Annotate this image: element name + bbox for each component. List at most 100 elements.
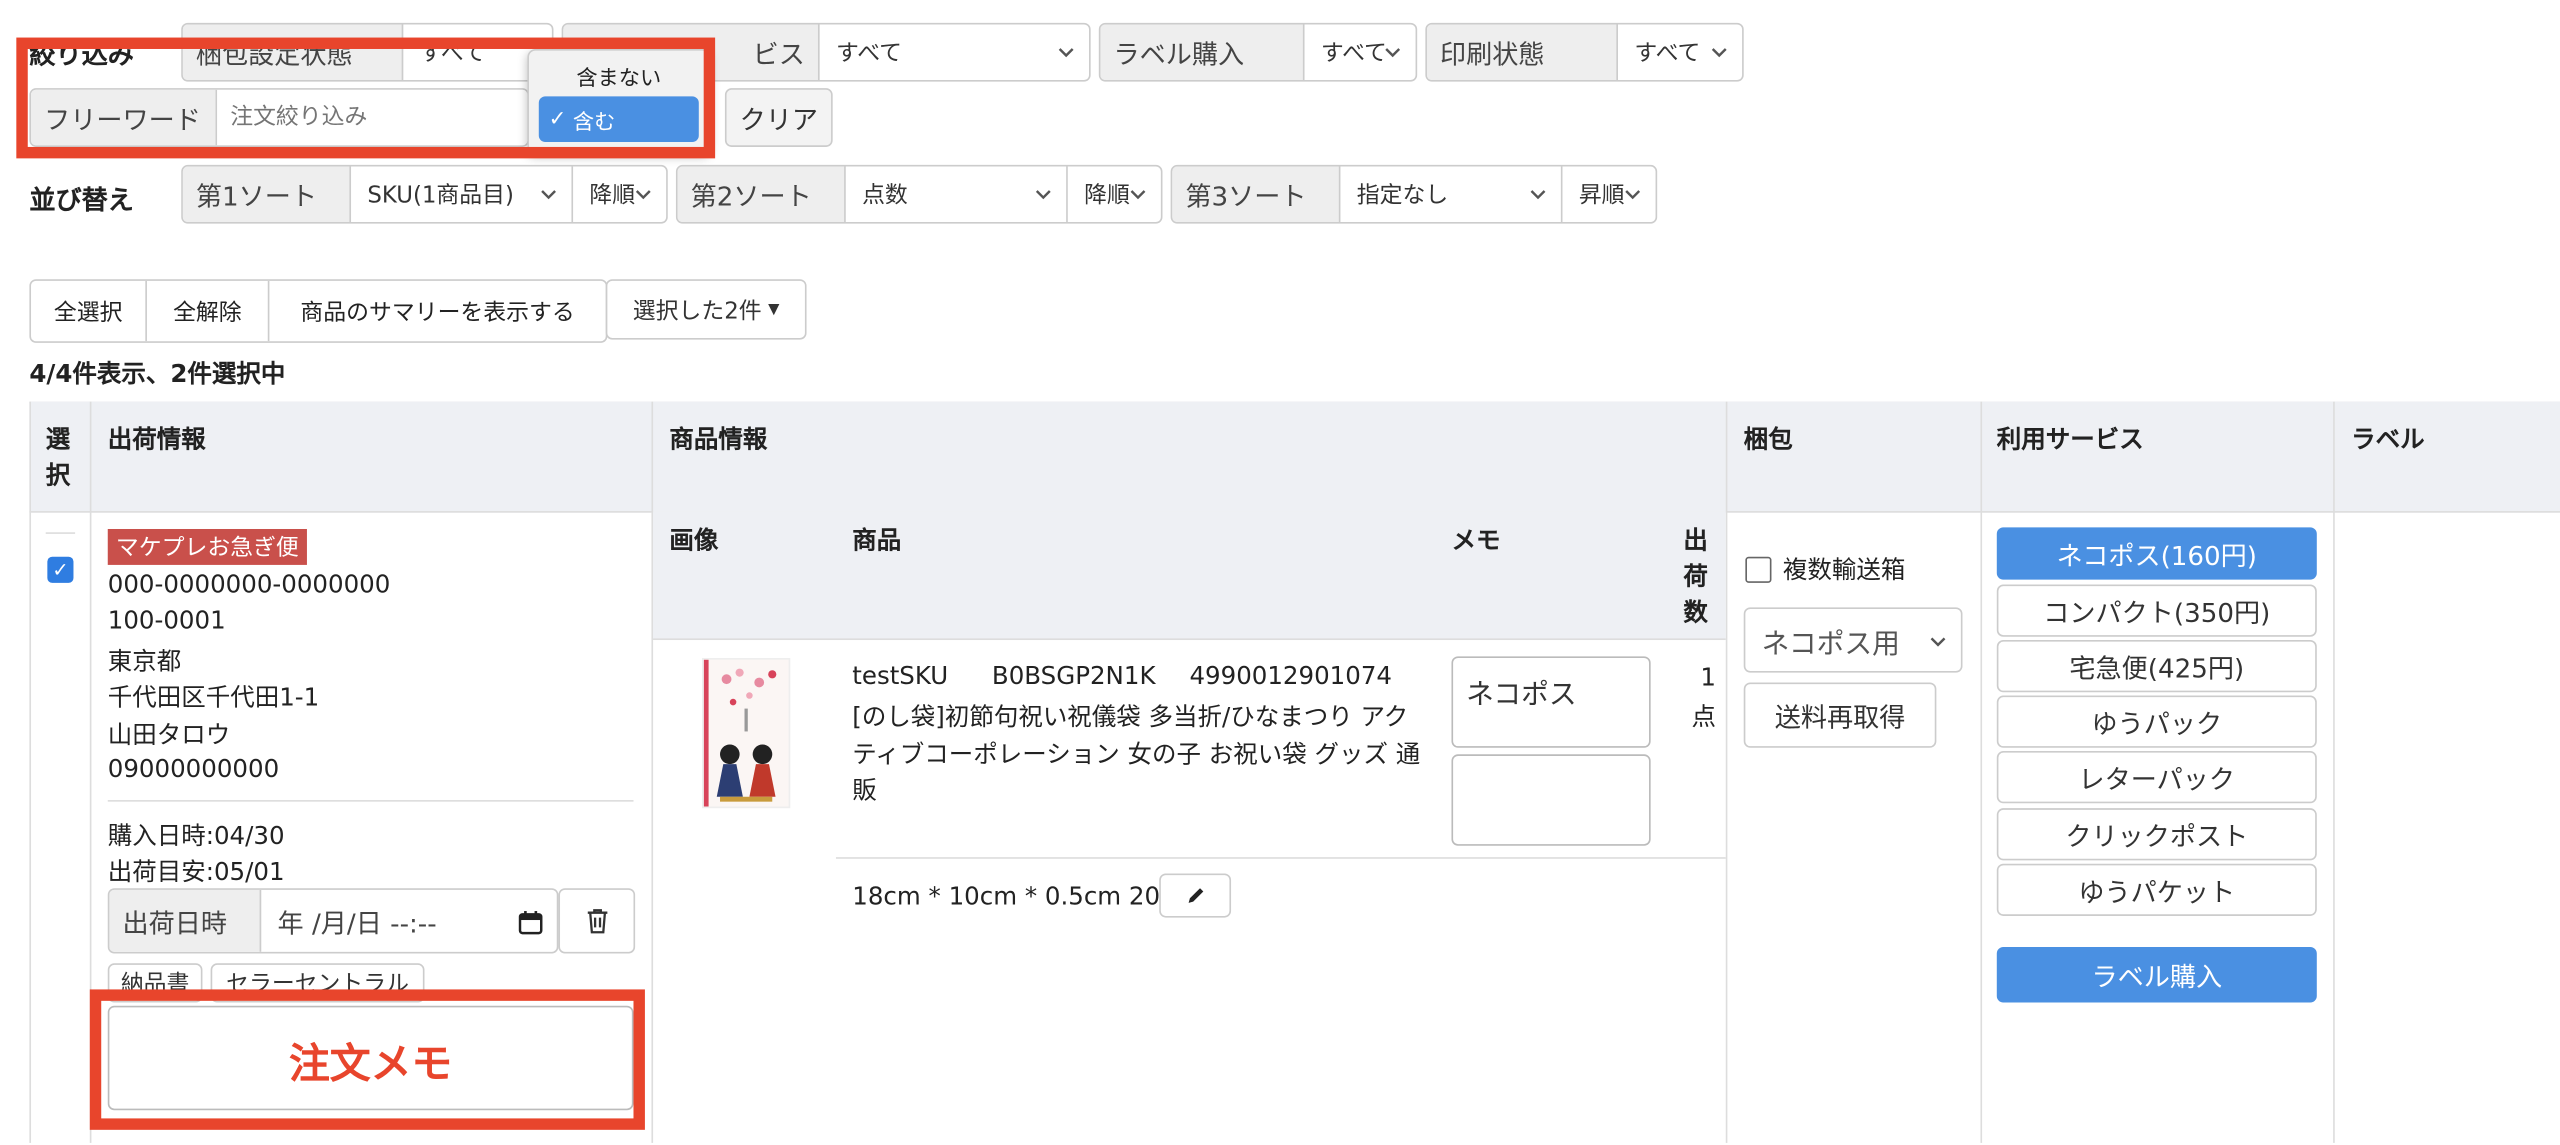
label-purchase-filter-label: ラベル購入 — [1100, 24, 1305, 81]
product-asin: B0BSGP2N1K — [991, 661, 1156, 691]
chevron-down-icon — [1035, 190, 1051, 200]
edit-dimensions-button[interactable] — [1159, 873, 1232, 918]
chevron-down-icon — [541, 190, 556, 200]
print-filter-value: すべて — [1634, 40, 1701, 67]
status-count: 4/4件表示、2件選択中 — [29, 359, 286, 389]
ship-date-label: 出荷日時 — [109, 889, 262, 952]
sort3[interactable]: 第3ソート 指定なし 昇順 — [1170, 164, 1658, 224]
sort3-select[interactable]: 指定なし — [1340, 167, 1560, 223]
sort-section-label: 並び替え — [29, 184, 134, 216]
ship-date-input[interactable]: 年 /月/日 --:-- — [261, 890, 557, 952]
label-purchase-filter-select[interactable]: すべて — [1305, 24, 1416, 80]
qty-value: 1 — [1700, 662, 1716, 693]
label-purchase-filter-value: すべて — [1320, 40, 1387, 67]
col-divider — [1725, 401, 1728, 1143]
service-clickpost-button[interactable]: クリックポスト — [1996, 808, 2317, 861]
header-select: 選択 — [45, 424, 71, 490]
subheader-qty: 出荷数 — [1683, 525, 1708, 627]
select-divider — [45, 532, 76, 534]
item-memo2-textarea[interactable] — [1451, 754, 1651, 846]
address: 千代田区千代田1-1 — [107, 682, 320, 712]
table-header — [29, 401, 2560, 513]
sort3-value: 指定なし — [1356, 182, 1449, 209]
sort1-select[interactable]: SKU(1商品目) — [351, 167, 571, 223]
order-id: 000-0000000-0000000 — [107, 569, 391, 600]
col-divider — [89, 401, 92, 1143]
prefecture: 東京都 — [107, 646, 182, 676]
multi-box-checkbox[interactable] — [1745, 556, 1772, 583]
chevron-down-icon — [1711, 48, 1727, 58]
sort3-order-select[interactable]: 昇順 — [1560, 166, 1656, 223]
packing-filter-label: 梱包設定状態 — [182, 24, 404, 81]
subheader-memo: メモ — [1451, 525, 1501, 556]
product-subheader — [653, 511, 1726, 641]
dropdown-selected-label: 含む — [572, 110, 616, 135]
packing-filter[interactable]: 梱包設定状態 すべて — [181, 22, 554, 82]
freeword-label: フリーワード — [31, 89, 218, 146]
buy-label-button[interactable]: ラベル購入 — [1996, 946, 2317, 1003]
box-type-select[interactable]: ネコポス用 — [1743, 607, 1963, 673]
order-memo-label: 注文メモ — [288, 1040, 453, 1088]
clear-button[interactable]: クリア — [724, 88, 833, 147]
postal-code: 100-0001 — [107, 605, 226, 636]
calendar-icon[interactable] — [518, 909, 544, 935]
chevron-down-icon — [1930, 637, 1946, 647]
service-yupacket-button[interactable]: ゆうパケット — [1996, 863, 2317, 916]
product-dimensions: 18cm * 10cm * 0.5cm 20g — [852, 881, 1176, 912]
noshi-envelope-image — [703, 659, 777, 807]
shipping-divider — [107, 800, 634, 802]
print-filter-select[interactable]: すべて — [1618, 24, 1742, 80]
sort1-order-value: 降順 — [589, 182, 636, 209]
invoice-button[interactable]: 納品書 — [107, 963, 203, 1003]
item-memo-textarea[interactable]: ネコポス — [1451, 656, 1651, 748]
chevron-down-icon — [1130, 190, 1146, 200]
product-codes: testSKU B0BSGP2N1K 4990012901074 — [852, 661, 1392, 690]
select-all-button[interactable]: 全選択 — [31, 280, 147, 342]
print-filter[interactable]: 印刷状態 すべて — [1425, 22, 1744, 82]
show-summary-button[interactable]: 商品のサマリーを表示する — [269, 281, 605, 341]
freeword-filter[interactable]: フリーワード — [29, 88, 529, 147]
service-nekopos-button[interactable]: ネコポス(160円) — [1996, 527, 2317, 580]
subheader-item: 商品 — [852, 525, 902, 556]
service-compact-button[interactable]: コンパクト(350円) — [1996, 584, 2317, 637]
row-checkbox[interactable]: ✓ — [47, 556, 74, 583]
col-divider — [2333, 401, 2335, 1143]
selected-actions-dropdown[interactable]: 選択した2件 ▼ — [605, 279, 807, 340]
refetch-shipping-button[interactable]: 送料再取得 — [1743, 682, 1937, 748]
deselect-all-button[interactable]: 全解除 — [147, 280, 270, 342]
chevron-down-icon — [1530, 190, 1546, 200]
sort1[interactable]: 第1ソート SKU(1商品目) 降順 — [181, 164, 668, 224]
subheader-image: 画像 — [669, 525, 719, 556]
sort2-order-value: 降順 — [1084, 182, 1130, 209]
sort2-label: 第2ソート — [677, 166, 846, 223]
order-page: 絞り込み 梱包設定状態 すべて ビス すべて ラベル購入 すべて 印刷状態 すべ… — [0, 0, 2560, 1143]
header-label: ラベル — [2351, 424, 2425, 454]
ship-date-field[interactable]: 出荷日時 年 /月/日 --:-- — [107, 888, 559, 954]
sort1-value: SKU(1商品目) — [367, 182, 514, 209]
product-image — [702, 657, 791, 809]
sort3-label: 第3ソート — [1172, 166, 1341, 223]
sort2-select[interactable]: 点数 — [846, 167, 1066, 223]
include-exclude-dropdown[interactable]: 含まない ✓ 含む — [527, 48, 711, 154]
ship-date-placeholder: 年 /月/日 --:-- — [277, 907, 437, 939]
service-yupack-button[interactable]: ゆうパック — [1996, 695, 2317, 748]
ship-target: 出荷目安:05/01 — [107, 857, 285, 887]
sort2-order-select[interactable]: 降順 — [1066, 166, 1161, 223]
qty-unit: 点 — [1691, 702, 1716, 732]
sort1-label: 第1ソート — [182, 166, 352, 223]
service-letterpack-button[interactable]: レターパック — [1996, 751, 2317, 804]
col-divider — [29, 401, 32, 1143]
dropdown-option-include[interactable]: ✓ 含む — [538, 96, 699, 143]
header-service: 利用サービス — [1996, 424, 2144, 454]
delete-button[interactable] — [558, 888, 636, 954]
service-filter-select[interactable]: すべて — [820, 24, 1089, 80]
freeword-input[interactable] — [217, 89, 528, 146]
selected-actions-label: 選択した2件 — [632, 297, 762, 325]
sort1-order-select[interactable]: 降順 — [571, 166, 666, 223]
service-takkyubin-button[interactable]: 宅急便(425円) — [1996, 640, 2317, 693]
label-purchase-filter[interactable]: ラベル購入 すべて — [1098, 22, 1418, 82]
seller-central-button[interactable]: セラーセントラル — [210, 963, 425, 1003]
sort2[interactable]: 第2ソート 点数 降順 — [675, 164, 1163, 224]
dropdown-option-exclude[interactable]: 含まない — [529, 60, 709, 91]
sort2-value: 点数 — [862, 182, 908, 209]
